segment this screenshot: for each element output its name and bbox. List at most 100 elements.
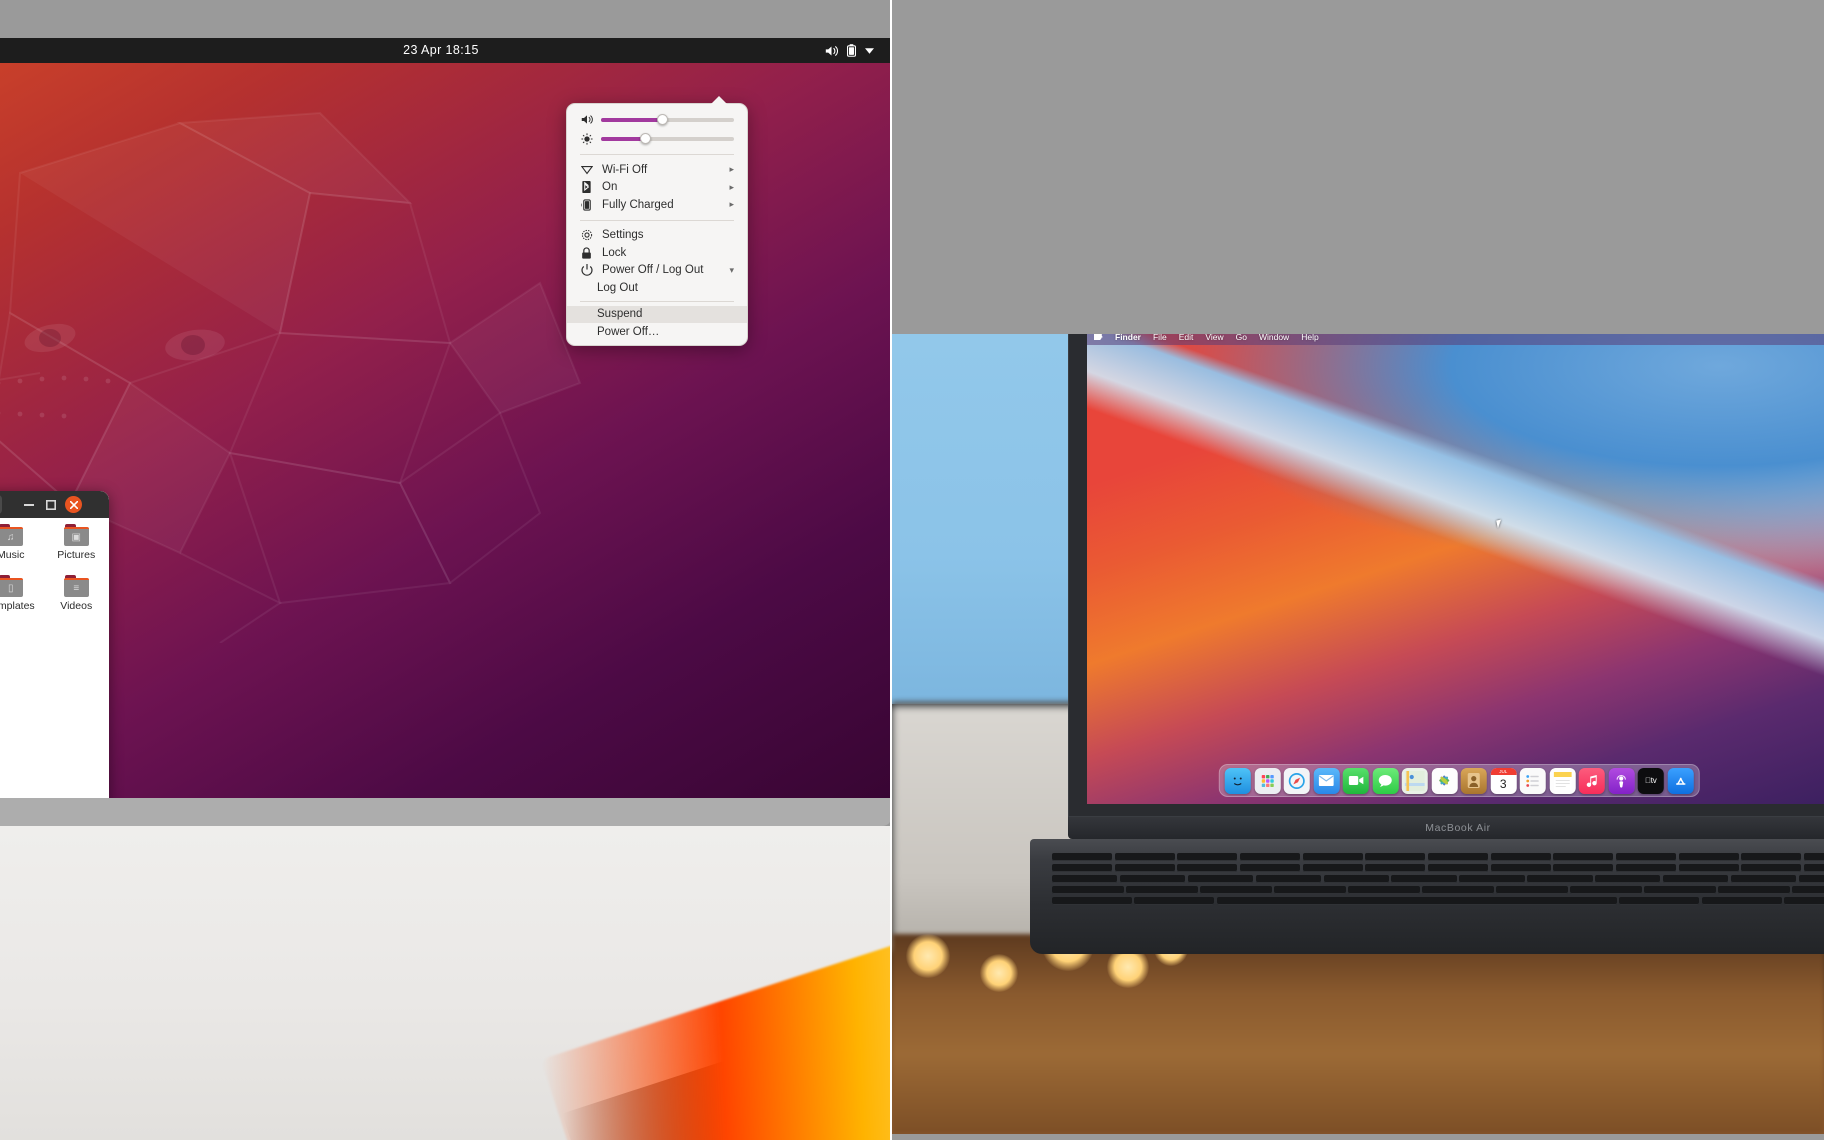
top-bar-tray[interactable] [825,38,874,63]
dock-icon-podcasts[interactable] [1608,767,1635,794]
ubuntu-wallpaper [0,63,892,798]
menu-bar-item-view[interactable]: View [1205,334,1223,342]
minimize-icon[interactable] [19,495,38,514]
submenu-divider [580,300,734,302]
dock-icon-app-store[interactable] [1667,767,1694,794]
grey-letterbox-bottom [892,1134,1824,1140]
keyboard-row [1052,853,1824,862]
chevron-down-icon: ▾ [729,264,734,275]
menu-item-battery[interactable]: Fully Charged ▸ [567,196,747,214]
volume-slider-knob[interactable] [657,113,669,125]
gnome-top-bar[interactable]: 23 Apr 18:15 [0,38,892,63]
macbook-photo: Finder File Edit View Go Window Help JUL… [892,334,1824,1134]
bokeh-light [906,934,950,978]
menu-bar-item-edit[interactable]: Edit [1179,334,1194,342]
folder-grid: ♫ Music ▣ Pictures ▯ Templates ≡ [0,524,109,612]
laptop-bezel-bottom [0,798,892,826]
menu-item-label: On [602,181,618,194]
power-submenu[interactable]: Log Out Suspend Power Off… [567,279,747,345]
menu-item-lock[interactable]: Lock [567,244,747,262]
dock-icon-mail[interactable] [1313,767,1340,794]
folder-label: Templates [0,600,35,612]
brightness-icon [580,132,593,145]
dock-icon-messages[interactable] [1372,767,1399,794]
folder-item[interactable]: ▣ Pictures [44,524,110,561]
folder-item[interactable]: ≡ Videos [44,575,110,612]
volume-icon[interactable] [825,45,838,57]
menu-bar-item-finder[interactable]: Finder [1115,334,1141,342]
apple-logo-icon[interactable] [1092,334,1104,343]
menu-bar-item-file[interactable]: File [1153,334,1167,342]
menu-item-label: Settings [602,229,644,242]
menu-item-power-off-log-out[interactable]: Power Off / Log Out ▾ [567,262,747,280]
chevron-right-icon: ▸ [729,199,734,210]
volume-slider-track[interactable] [601,113,734,125]
menu-bar-item-window[interactable]: Window [1259,334,1289,342]
keyboard-row [1052,863,1824,873]
dock-icon-launchpad[interactable] [1254,767,1281,794]
battery-icon [580,199,593,211]
menu-bar-item-go[interactable]: Go [1236,334,1247,342]
pane-divider [890,0,892,1140]
battery-icon[interactable] [847,44,856,57]
hamburger-icon[interactable] [0,495,2,514]
volume-slider-row[interactable] [567,110,747,129]
menu-divider [580,154,734,155]
folder-icon: ▯ [0,575,24,597]
menu-item-wifi[interactable]: Wi-Fi Off ▸ [567,161,747,179]
folder-label: Pictures [57,549,96,561]
files-content[interactable]: ♫ Music ▣ Pictures ▯ Templates ≡ [0,518,109,798]
dock-icon-contacts[interactable] [1460,767,1487,794]
brightness-slider-track[interactable] [601,132,734,144]
top-bar-clock[interactable]: 23 Apr 18:15 [0,38,892,63]
dock-icon-safari[interactable] [1283,767,1310,794]
macbook-lid: Finder File Edit View Go Window Help JUL… [1068,334,1824,817]
folder-item[interactable]: ♫ Music [0,524,44,561]
macos-wallpaper-band [1087,334,1824,804]
submenu-item-suspend[interactable]: Suspend [567,305,747,323]
menu-item-settings[interactable]: Settings [567,227,747,245]
menu-item-bluetooth[interactable]: On ▸ [567,179,747,197]
grey-letterbox-top [892,0,1824,334]
power-icon [580,264,593,277]
volume-icon [580,114,593,125]
submenu-item-power-off[interactable]: Power Off… [567,323,747,341]
chevron-down-icon[interactable] [865,47,874,54]
files-window[interactable]: ♫ Music ▣ Pictures ▯ Templates ≡ [0,491,109,798]
folder-icon: ▣ [63,524,89,546]
macbook-base [1030,839,1824,954]
dock-icon-apple-tv[interactable]: tv [1637,767,1664,794]
bokeh-light [980,954,1018,992]
lock-icon [580,247,593,259]
dock-icon-photos[interactable] [1431,767,1458,794]
photo-wooden-desk [892,934,1824,1134]
maximize-icon[interactable] [41,495,60,514]
dock-icon-reminders[interactable] [1519,767,1546,794]
menu-bar-item-help[interactable]: Help [1301,334,1318,342]
chevron-right-icon: ▸ [729,164,734,175]
chevron-right-icon: ▸ [729,181,734,192]
close-icon[interactable] [65,496,82,513]
menu-item-label: Power Off / Log Out [602,264,704,277]
macbook-keyboard [1052,853,1824,905]
menu-item-label: Fully Charged [602,198,674,211]
dock-icon-finder[interactable] [1224,767,1251,794]
macos-dock[interactable]: JUL3 tv [1218,764,1700,797]
brightness-slider-knob[interactable] [639,132,651,144]
dock-icon-calendar[interactable]: JUL 3 [1490,767,1517,794]
folder-icon: ≡ [63,575,89,597]
folder-label: Music [0,549,25,561]
folder-item[interactable]: ▯ Templates [0,575,44,612]
macos-menu-bar[interactable]: Finder File Edit View Go Window Help [1087,334,1824,345]
dock-icon-maps[interactable] [1401,767,1428,794]
wifi-icon [580,165,593,175]
dock-icon-music[interactable] [1578,767,1605,794]
folder-label: Videos [60,600,93,612]
submenu-item-log-out[interactable]: Log Out [567,279,747,297]
brightness-slider-row[interactable] [567,129,747,148]
gnome-system-menu[interactable]: Wi-Fi Off ▸ On ▸ Fully Charged ▸ Setting… [566,96,748,346]
files-titlebar[interactable] [0,491,109,518]
dock-icon-facetime[interactable] [1342,767,1369,794]
dock-icon-notes[interactable] [1549,767,1576,794]
ubuntu-screen: 23 Apr 18:15 ♫ Music ▣ Pictures ▯ mplate… [0,38,892,798]
